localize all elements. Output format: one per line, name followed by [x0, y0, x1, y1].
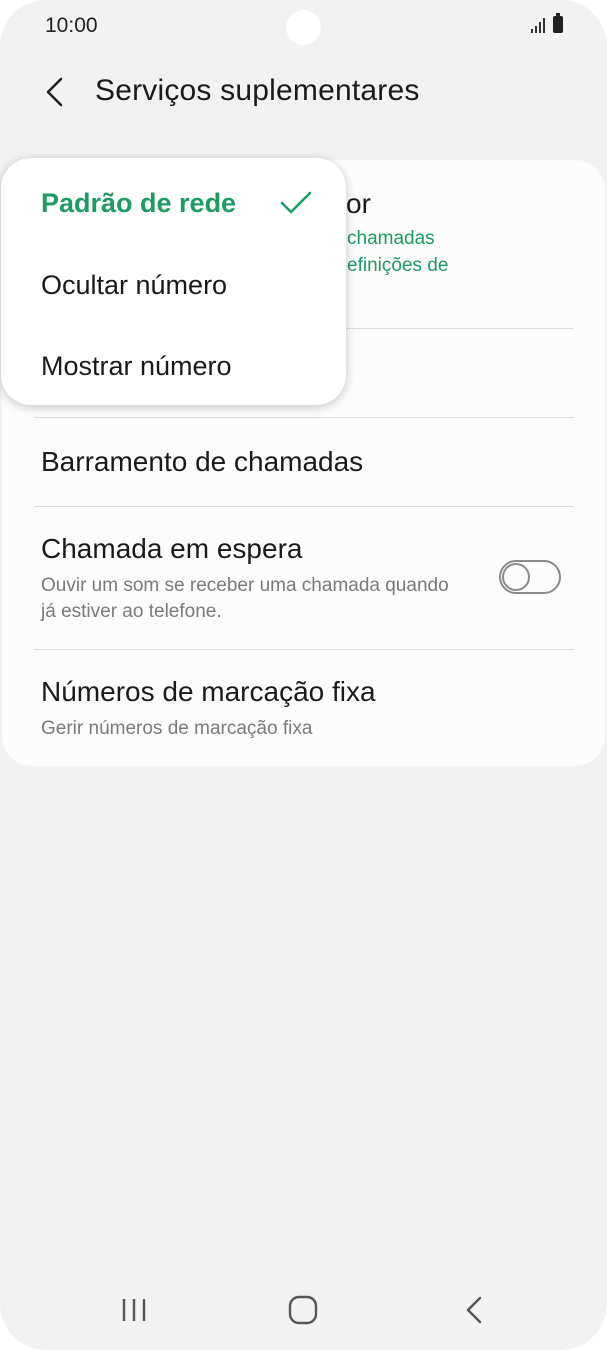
fixed-dialing-subtitle: Gerir números de marcação fixa: [41, 718, 313, 739]
popup-option-network-default[interactable]: Padrão de rede: [1, 162, 346, 242]
page-title: Serviços suplementares: [95, 74, 420, 107]
fixed-dialing-item[interactable]: Números de marcação fixa Gerir números d…: [2, 650, 605, 766]
back-button[interactable]: [36, 72, 72, 112]
popup-option-label: Padrão de rede: [41, 188, 237, 218]
nav-back-button[interactable]: [449, 1290, 499, 1330]
caller-id-popup-menu: Padrão de rede Ocultar número Mostrar nú…: [1, 158, 346, 405]
back-icon: [466, 1296, 482, 1324]
caller-id-subtitle-line2: efinições de: [347, 255, 449, 276]
popup-option-label: Mostrar número: [41, 351, 232, 381]
front-camera-cutout: [286, 10, 321, 45]
recent-apps-button[interactable]: [109, 1290, 159, 1330]
caller-id-subtitle-line1: chamadas: [347, 228, 435, 249]
home-button[interactable]: [278, 1290, 328, 1330]
popup-option-hide-number[interactable]: Ocultar número: [1, 244, 346, 324]
battery-icon: [553, 13, 563, 33]
call-barring-title: Barramento de chamadas: [41, 446, 364, 477]
fixed-dialing-title: Números de marcação fixa: [41, 676, 376, 707]
chevron-left-icon: [46, 77, 63, 107]
call-waiting-toggle[interactable]: [499, 560, 561, 594]
status-time: 10:00: [45, 14, 98, 37]
popup-option-show-number[interactable]: Mostrar número: [1, 325, 346, 405]
signal-icon: [531, 17, 545, 33]
navigation-bar: [0, 1270, 607, 1350]
status-bar: 10:00: [0, 0, 607, 56]
caller-id-title: or: [346, 188, 371, 219]
recent-apps-icon: [122, 1299, 146, 1321]
call-waiting-subtitle: Ouvir um som se receber uma chamada quan…: [41, 575, 449, 622]
toggle-knob: [502, 563, 530, 591]
home-icon: [288, 1295, 318, 1325]
app-header: Serviços suplementares: [0, 56, 607, 128]
phone-screen: 10:00 Serviços suplementares or chamadas…: [0, 0, 607, 1350]
checkmark-icon: [280, 191, 312, 214]
call-waiting-title: Chamada em espera: [41, 533, 303, 564]
call-barring-item[interactable]: Barramento de chamadas: [2, 418, 605, 506]
status-icons: [531, 13, 563, 33]
popup-option-label: Ocultar número: [41, 270, 228, 300]
